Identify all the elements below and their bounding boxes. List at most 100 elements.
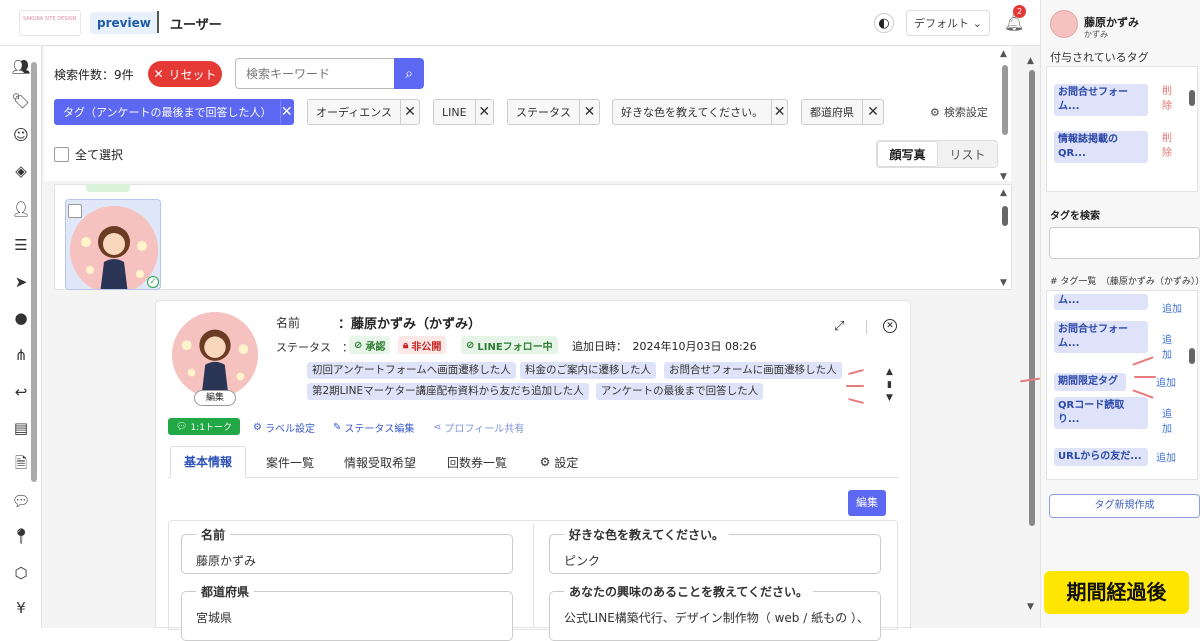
line-icon[interactable]: ● bbox=[9, 306, 33, 330]
tab-projects[interactable]: 案件一覧 bbox=[254, 446, 326, 478]
select-all-checkbox[interactable] bbox=[54, 147, 69, 162]
filter-scrollbar[interactable] bbox=[1002, 65, 1008, 135]
filter-chip-status[interactable]: ステータス ✕ bbox=[507, 99, 600, 125]
add-tag-button[interactable]: 追加 bbox=[1162, 333, 1176, 363]
assigned-scrollbar[interactable] bbox=[1189, 90, 1195, 106]
grid-scrollbar[interactable] bbox=[1002, 206, 1008, 226]
file-icon[interactable]: 🗎 bbox=[9, 453, 33, 477]
tag-list-item[interactable]: お問合せフォーム... bbox=[1054, 321, 1148, 353]
label-setting-button[interactable]: ⚙ ラベル設定 bbox=[253, 420, 315, 435]
edit-button[interactable]: 編集 bbox=[848, 490, 886, 516]
tab-tickets[interactable]: 回数券一覧 bbox=[436, 446, 518, 478]
user-tag[interactable]: 第2期LINEマーケター講座配布資料から友だち追加した人 bbox=[307, 383, 589, 400]
assigned-tag[interactable]: 情報誌掲載のQR... bbox=[1054, 131, 1148, 163]
nav-scrollbar[interactable] bbox=[31, 62, 37, 482]
field-prefecture[interactable]: 都道府県 宮城県 bbox=[181, 583, 513, 641]
user-tag[interactable]: 初回アンケートフォームへ画面遷移した人 bbox=[307, 362, 516, 379]
field-label: 名前 bbox=[196, 526, 231, 543]
scroll-down-icon[interactable]: ▼ bbox=[1000, 278, 1007, 288]
yen-icon[interactable]: ¥ bbox=[9, 596, 33, 620]
scroll-down-icon[interactable]: ▼ bbox=[1027, 602, 1034, 612]
gear-icon: ⚙ bbox=[539, 455, 551, 469]
lock-icon: 🔒︎ bbox=[403, 339, 409, 351]
smile-icon[interactable]: ☺ bbox=[9, 123, 33, 147]
users-icon[interactable]: 👥︎ bbox=[9, 55, 33, 79]
scroll-up-icon[interactable]: ▲ bbox=[1000, 49, 1007, 59]
reply-icon[interactable]: ↩ bbox=[9, 380, 33, 404]
filter-chip-color[interactable]: 好きな色を教えてください。 ✕ bbox=[612, 99, 788, 125]
filter-chip-tag[interactable]: タグ（アンケートの最後まで回答した人） ✕ bbox=[54, 99, 294, 125]
filter-chip-line[interactable]: LINE ✕ bbox=[433, 99, 494, 125]
tag-list-scrollbar[interactable] bbox=[1189, 348, 1195, 364]
network-icon[interactable]: ⋔ bbox=[9, 343, 33, 367]
user-tag[interactable]: お問合せフォームに画面遷移した人 bbox=[664, 362, 842, 379]
select-all[interactable]: 全て選択 bbox=[54, 146, 123, 163]
profile-share-button[interactable]: ⋖ プロフィール共有 bbox=[433, 420, 524, 435]
tag-list-item[interactable]: QRコード読取り... bbox=[1054, 397, 1148, 429]
close-icon[interactable]: ✕ bbox=[771, 100, 787, 124]
search-icon[interactable]: ⌕ bbox=[394, 58, 424, 89]
reset-button[interactable]: ✕ リセット bbox=[148, 61, 222, 87]
send-icon[interactable]: ➤ bbox=[9, 270, 33, 294]
talk-button[interactable]: 💬︎ 1:1トーク bbox=[168, 418, 240, 435]
user-tag[interactable]: 料金のご案内に遷移した人 bbox=[520, 362, 656, 379]
theme-toggle-icon[interactable]: ◐ bbox=[874, 13, 894, 33]
tag-search-input[interactable] bbox=[1049, 227, 1200, 259]
tag-list-item[interactable]: URLからの友だ... bbox=[1054, 448, 1148, 466]
right-user-sub: かずみ bbox=[1084, 30, 1108, 39]
close-icon[interactable]: ✕ bbox=[474, 100, 493, 124]
scroll-up-icon[interactable]: ▲ bbox=[1000, 188, 1007, 198]
status-label: ステータス ： bbox=[276, 341, 353, 354]
search-settings-button[interactable]: ⚙ 検索設定 bbox=[930, 104, 988, 120]
document-icon[interactable]: ▤ bbox=[9, 416, 33, 440]
new-tag-button[interactable]: タグ新規作成 bbox=[1049, 494, 1200, 518]
close-icon[interactable]: ✕ bbox=[279, 100, 293, 124]
chat-icon[interactable]: 💬︎ bbox=[9, 489, 33, 513]
tag-list-item[interactable]: 期間限定タグ bbox=[1054, 373, 1126, 391]
brand-logo[interactable]: SAKURA SITE DESIGN bbox=[19, 10, 81, 36]
tag-icon[interactable]: 🏷︎ bbox=[9, 89, 33, 113]
user-tag[interactable]: アンケートの最後まで回答した人 bbox=[596, 383, 764, 400]
filter-chip-prefecture[interactable]: 都道府県 ✕ bbox=[801, 99, 884, 125]
scroll-down-icon[interactable]: ▼ bbox=[1000, 172, 1007, 182]
add-tag-button[interactable]: 追加 bbox=[1156, 376, 1176, 391]
expand-icon[interactable]: ⤢ bbox=[834, 319, 844, 334]
main-scrollbar[interactable] bbox=[1029, 70, 1035, 526]
add-tag-button[interactable]: 追加 bbox=[1156, 451, 1176, 466]
theme-select[interactable]: デフォルト ⌄ bbox=[906, 10, 990, 36]
close-icon[interactable]: ✕ bbox=[883, 319, 897, 333]
remove-tag-button[interactable]: 削除 bbox=[1162, 84, 1176, 114]
add-tag-button[interactable]: 追加 bbox=[1162, 407, 1176, 437]
add-tag-button[interactable]: 追加 bbox=[1162, 302, 1182, 317]
close-icon[interactable]: ✕ bbox=[400, 100, 419, 124]
annotation-mark bbox=[846, 385, 864, 387]
tag-scroll-control[interactable]: ▲ ▮ ▼ bbox=[886, 366, 893, 405]
tab-info-request[interactable]: 情報受取希望 bbox=[334, 446, 426, 478]
tab-basic-info[interactable]: 基本情報 bbox=[170, 446, 246, 478]
count-value: 9件 bbox=[114, 68, 134, 82]
tab-settings[interactable]: ⚙ 設定 bbox=[528, 446, 590, 478]
map-pin-icon[interactable]: 📍︎ bbox=[9, 524, 33, 548]
view-photo-button[interactable]: 顔写真 bbox=[877, 141, 938, 167]
remove-tag-button[interactable]: 削除 bbox=[1162, 131, 1176, 161]
search-input[interactable]: 検索キーワード bbox=[235, 58, 395, 89]
filter-chip-audience[interactable]: オーディエンス ✕ bbox=[307, 99, 420, 125]
user-settings-icon[interactable]: 👤︎ bbox=[9, 197, 33, 221]
view-list-button[interactable]: リスト bbox=[938, 141, 997, 167]
avatar-edit-button[interactable]: 編集 bbox=[194, 390, 236, 406]
list-icon[interactable]: ☰ bbox=[9, 233, 33, 257]
field-interests[interactable]: あなたの興味のあることを教えてください。 公式LINE構築代行、デザイン制作物（ … bbox=[549, 583, 881, 641]
tag-list-item[interactable]: ム... bbox=[1054, 294, 1148, 310]
close-icon[interactable]: ✕ bbox=[579, 100, 599, 124]
check-icon: ✓ bbox=[147, 276, 159, 288]
diamond-icon[interactable]: ◈ bbox=[9, 159, 33, 183]
scroll-up-icon[interactable]: ▲ bbox=[1027, 56, 1034, 66]
status-edit-button[interactable]: ✎ ステータス編集 bbox=[333, 420, 414, 435]
card-checkbox[interactable] bbox=[68, 204, 82, 218]
preview-badge[interactable]: preview bbox=[90, 12, 158, 34]
box-icon[interactable]: ⬡ bbox=[9, 561, 33, 585]
assigned-tag[interactable]: お問合せフォーム... bbox=[1054, 84, 1148, 116]
close-icon[interactable]: ✕ bbox=[862, 100, 883, 124]
field-name[interactable]: 名前 藤原かずみ bbox=[181, 526, 513, 574]
field-favorite-color[interactable]: 好きな色を教えてください。 ピンク bbox=[549, 526, 881, 574]
